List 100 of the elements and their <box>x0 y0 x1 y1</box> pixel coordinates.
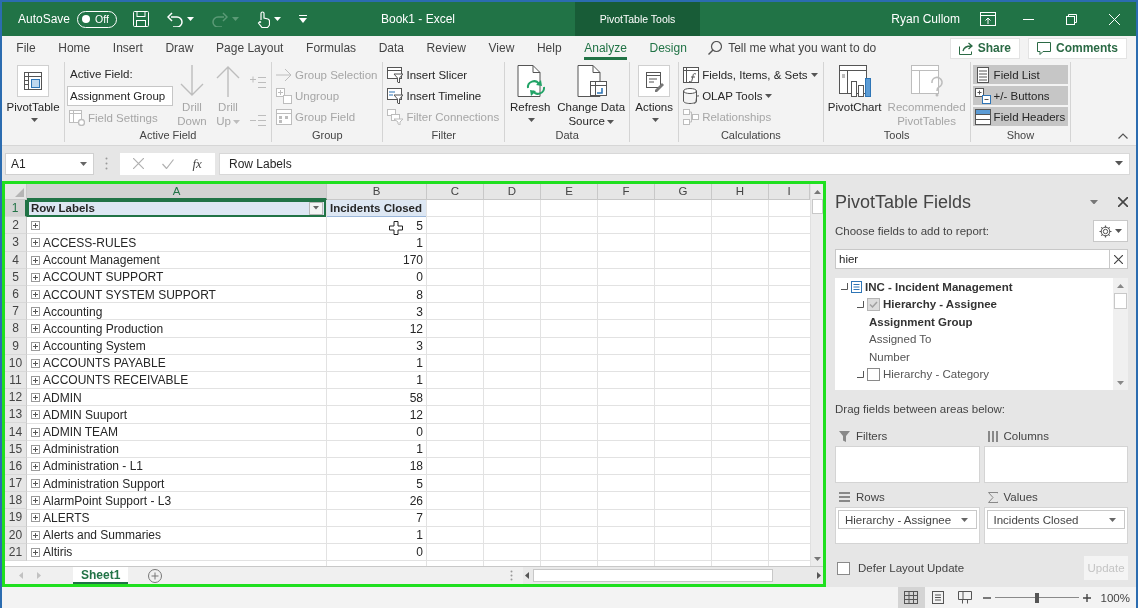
plus-box-icon[interactable] <box>31 427 40 437</box>
insert-function-button[interactable]: fx <box>192 155 202 172</box>
row-header[interactable]: 3 <box>5 234 27 252</box>
fields-items-sets-button[interactable]: Fields, Items, & Sets <box>681 65 821 84</box>
column-header[interactable]: I <box>769 184 810 200</box>
scrollbar-thumb[interactable] <box>1114 293 1127 309</box>
checkbox[interactable] <box>837 561 850 575</box>
ribbon-tab[interactable]: Insert <box>112 36 143 60</box>
scroll-up-icon[interactable] <box>1117 283 1124 288</box>
filter-dropdown-button[interactable] <box>309 201 323 215</box>
row-header[interactable]: 1 <box>5 200 27 218</box>
plus-box-icon[interactable] <box>31 272 40 282</box>
sheet-tab[interactable]: Sheet1 <box>73 567 129 584</box>
row-header[interactable]: 19 <box>5 509 27 527</box>
save-icon[interactable] <box>132 11 149 27</box>
plus-box-icon[interactable] <box>31 375 40 385</box>
zoom-level[interactable]: 100% <box>1100 591 1130 604</box>
checkbox[interactable] <box>867 297 880 311</box>
pivot-table-button[interactable]: PivotTable <box>4 64 62 123</box>
ribbon-tab[interactable]: Design <box>649 36 687 60</box>
plus-box-icon[interactable] <box>31 479 40 489</box>
ribbon-tab[interactable]: Formulas <box>306 36 357 60</box>
pivot-chart-button[interactable]: PivotChart <box>825 64 884 115</box>
plus-box-icon[interactable] <box>31 324 40 334</box>
header-cell[interactable]: Row Labels <box>27 200 326 218</box>
search-field[interactable]: hier <box>835 249 1109 269</box>
field-label[interactable]: Assignment Group <box>869 315 973 328</box>
change-data-source-button[interactable]: Change Data Source <box>555 64 628 129</box>
dots-icon[interactable] <box>105 157 108 170</box>
column-header[interactable]: A <box>27 184 327 200</box>
plus-box-icon[interactable] <box>31 238 40 248</box>
ribbon-tab[interactable]: View <box>488 36 515 60</box>
add-sheet-icon[interactable] <box>148 568 163 583</box>
close-icon[interactable] <box>1118 197 1128 207</box>
scroll-down-icon[interactable] <box>1117 380 1124 385</box>
insert-slicer-button[interactable]: Insert Slicer <box>385 65 503 84</box>
table-name[interactable]: INC - Incident Management <box>865 280 1013 293</box>
actions-button[interactable]: Actions <box>632 64 677 123</box>
dots-icon[interactable] <box>510 570 513 581</box>
window-arrow-icon[interactable] <box>979 12 996 26</box>
row-header[interactable]: 12 <box>5 389 27 407</box>
active-field-input[interactable]: Assignment Group <box>67 86 173 106</box>
minimize-icon[interactable] <box>1023 18 1034 20</box>
row-header[interactable]: 13 <box>5 406 27 424</box>
zoom-in-icon[interactable] <box>1082 593 1091 602</box>
scrollbar-thumb[interactable] <box>811 199 823 214</box>
plus-box-icon[interactable] <box>31 496 40 506</box>
plus-box-icon[interactable] <box>31 255 40 265</box>
tree-expander-icon[interactable] <box>841 283 848 291</box>
ribbon-tab[interactable]: Home <box>58 36 91 60</box>
ribbon-tab[interactable]: Page Layout <box>216 36 284 60</box>
field-label[interactable]: Number <box>869 350 910 363</box>
insert-timeline-button[interactable]: Insert Timeline <box>385 86 503 105</box>
normal-view-button[interactable] <box>897 587 925 608</box>
field-label[interactable]: Hierarchy - Category <box>883 368 990 381</box>
field-label[interactable]: Hierarchy - Assignee <box>883 298 997 311</box>
plus-box-icon[interactable] <box>31 221 40 231</box>
bar-caret-icon[interactable] <box>298 15 307 23</box>
plus-box-icon[interactable] <box>31 513 40 523</box>
scrollbar-thumb[interactable] <box>533 569 773 582</box>
share-button[interactable]: Share <box>949 37 1020 59</box>
ribbon-tab[interactable]: Review <box>426 36 466 60</box>
plus-box-icon[interactable] <box>31 547 40 557</box>
column-header[interactable]: D <box>484 184 541 200</box>
column-header[interactable]: F <box>598 184 655 200</box>
field-label[interactable]: Assigned To <box>869 333 932 346</box>
row-header[interactable]: 14 <box>5 423 27 441</box>
row-header[interactable]: 18 <box>5 492 27 510</box>
scroll-left-icon[interactable] <box>525 572 529 579</box>
plus-box-icon[interactable] <box>31 444 40 454</box>
settings-button[interactable] <box>1093 220 1128 242</box>
drop-zone[interactable]: Incidents Closed <box>983 507 1128 544</box>
scroll-right-icon[interactable] <box>817 572 821 579</box>
drop-zone[interactable]: Hierarchy - Assignee <box>835 507 980 544</box>
user-name[interactable]: Ryan Cullom <box>891 12 960 26</box>
column-header[interactable]: G <box>655 184 712 200</box>
undo-icon[interactable] <box>166 11 183 27</box>
ribbon-tab[interactable]: File <box>16 36 36 60</box>
column-header[interactable]: C <box>427 184 484 200</box>
scroll-down-icon[interactable] <box>813 556 821 561</box>
ribbon-tab[interactable]: Help <box>536 36 562 60</box>
plus-box-icon[interactable] <box>31 341 40 351</box>
field-list-button[interactable]: Field List <box>972 65 1069 84</box>
tell-me-search-field[interactable]: Tell me what you want to do <box>728 41 904 55</box>
checkbox[interactable] <box>867 367 880 381</box>
olap-tools-button[interactable]: OLAP Tools <box>681 86 821 105</box>
plus-minus-buttons-button[interactable]: +/- Buttons <box>972 86 1069 105</box>
ribbon-tab[interactable]: Data <box>378 36 404 60</box>
row-header[interactable]: 8 <box>5 320 27 338</box>
checkmark-icon[interactable] <box>162 158 175 169</box>
field-headers-button[interactable]: Field Headers <box>972 107 1069 126</box>
scroll-up-icon[interactable] <box>813 189 821 194</box>
plus-box-icon[interactable] <box>31 358 40 368</box>
tree-expander-icon[interactable] <box>857 300 864 308</box>
zoom-slider-thumb[interactable] <box>1034 592 1039 603</box>
row-header[interactable]: 17 <box>5 475 27 493</box>
column-header[interactable]: B <box>327 184 427 200</box>
zoom-out-icon[interactable] <box>982 596 991 599</box>
plus-box-icon[interactable] <box>31 393 40 403</box>
refresh-button[interactable]: Refresh <box>507 64 554 123</box>
